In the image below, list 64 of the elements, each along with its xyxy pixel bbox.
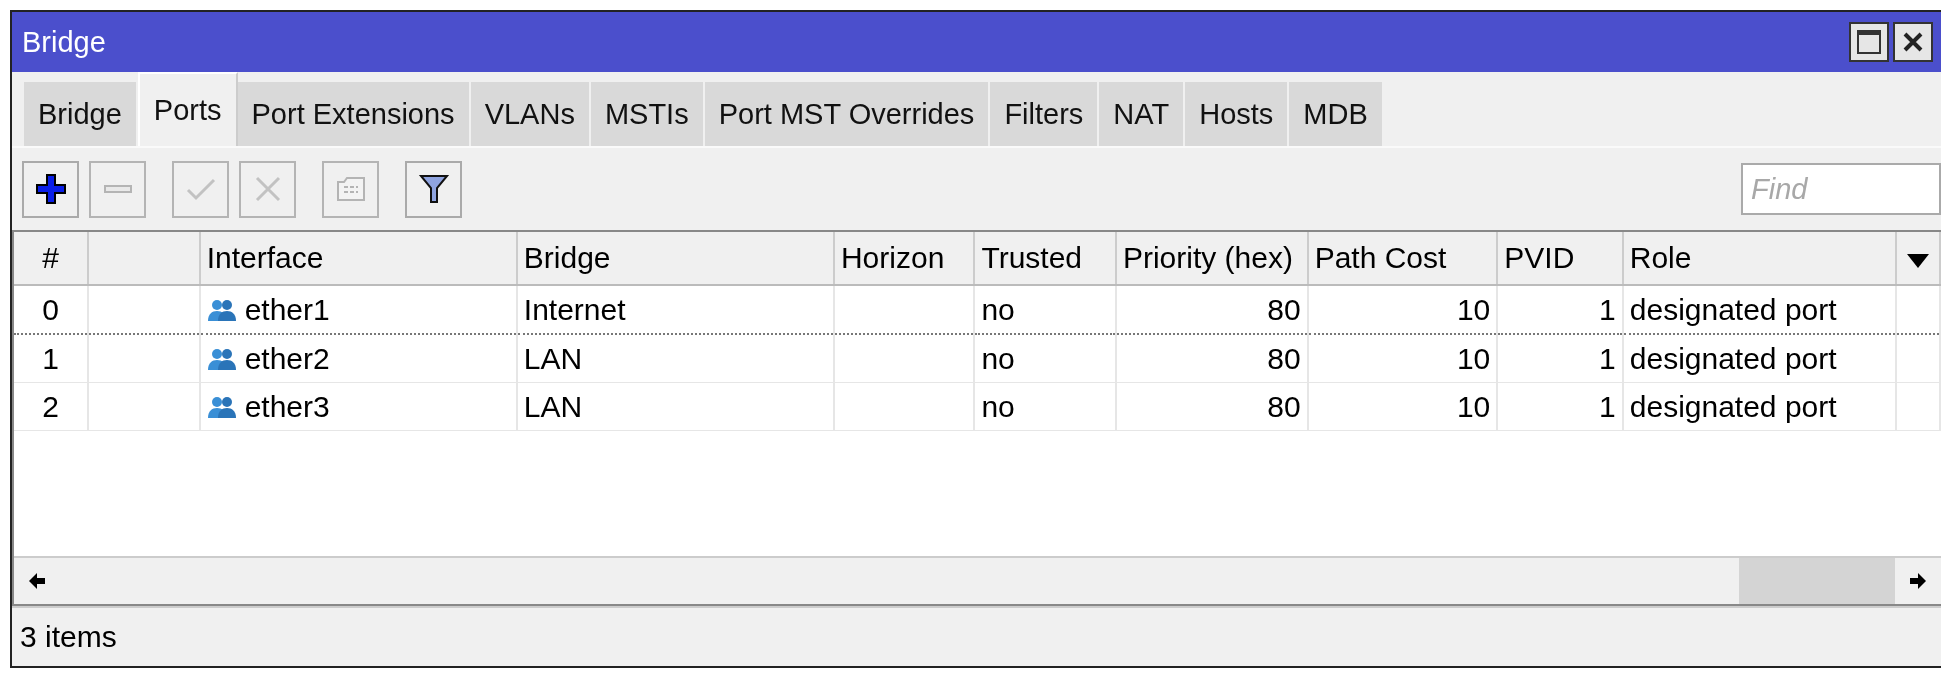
horizontal-scrollbar[interactable] <box>14 556 1941 604</box>
add-button[interactable] <box>22 160 79 218</box>
table-cell: no <box>974 382 1116 431</box>
table-cell: 2 <box>14 382 89 431</box>
tab[interactable]: Bridge <box>24 82 138 146</box>
column-header[interactable]: PVID <box>1497 232 1623 285</box>
people-icon <box>206 394 237 419</box>
tab[interactable]: VLANs <box>470 82 591 146</box>
column-header[interactable]: Role <box>1622 232 1896 285</box>
right-arrow-icon <box>1910 573 1926 589</box>
interface-name: ether2 <box>244 341 330 376</box>
table-cell: 10 <box>1307 285 1498 334</box>
column-header[interactable]: Trusted <box>974 232 1116 285</box>
plus-icon <box>33 172 68 206</box>
column-header[interactable]: Bridge <box>516 232 834 285</box>
table-cell: designated port <box>1622 334 1896 383</box>
table-cell: 1 <box>1497 285 1623 334</box>
table-cell: 1 <box>1497 382 1623 431</box>
table-cell: LAN <box>516 382 834 431</box>
minus-icon <box>103 185 132 193</box>
tab[interactable]: MDB <box>1289 82 1384 146</box>
left-arrow-icon <box>29 573 45 589</box>
tab[interactable]: Port Extensions <box>237 82 471 146</box>
people-icon <box>206 297 237 322</box>
search-field[interactable]: Find <box>1741 163 1941 215</box>
column-header[interactable]: # <box>14 232 89 285</box>
table-cell: LAN <box>516 334 834 383</box>
close-button[interactable] <box>1893 22 1933 62</box>
scroll-thumb[interactable] <box>1739 558 1895 604</box>
interface-name: ether3 <box>244 389 330 424</box>
table-cell: 1 <box>1497 334 1623 383</box>
tab[interactable]: Hosts <box>1185 82 1290 146</box>
table-cell: Internet <box>516 285 834 334</box>
tab[interactable]: NAT <box>1099 82 1186 146</box>
tab[interactable]: Port MST Overrides <box>704 82 991 146</box>
filter-button[interactable] <box>405 160 462 218</box>
maximize-button[interactable] <box>1849 22 1889 62</box>
table-cell: 10 <box>1307 334 1498 383</box>
table-cell: no <box>974 285 1116 334</box>
table-cell: 10 <box>1307 382 1498 431</box>
maximize-icon <box>1856 29 1882 55</box>
table-cell: 80 <box>1115 285 1308 334</box>
interface-name: ether1 <box>244 292 330 327</box>
table-cell: 80 <box>1115 382 1308 431</box>
item-count: 3 items <box>20 620 117 654</box>
tab[interactable]: Ports <box>137 72 238 146</box>
close-icon <box>1901 30 1925 54</box>
column-header[interactable]: Priority (hex) <box>1115 232 1308 285</box>
tab[interactable]: MSTIs <box>590 82 705 146</box>
tab[interactable]: Filters <box>990 82 1100 146</box>
dropdown-icon <box>1906 254 1929 268</box>
column-header[interactable]: Interface <box>199 232 517 285</box>
table-cell: 0 <box>14 285 89 334</box>
table-cell: 1 <box>14 334 89 383</box>
table-cell: 80 <box>1115 334 1308 383</box>
people-icon <box>206 346 237 371</box>
column-header[interactable]: Horizon <box>833 232 975 285</box>
column-menu-header[interactable] <box>1895 232 1940 285</box>
table-cell: designated port <box>1622 382 1896 431</box>
column-header[interactable]: Path Cost <box>1307 232 1498 285</box>
filter-icon <box>416 172 451 206</box>
window-title: Bridge <box>22 25 106 59</box>
table-cell: no <box>974 334 1116 383</box>
table-cell: designated port <box>1622 285 1896 334</box>
